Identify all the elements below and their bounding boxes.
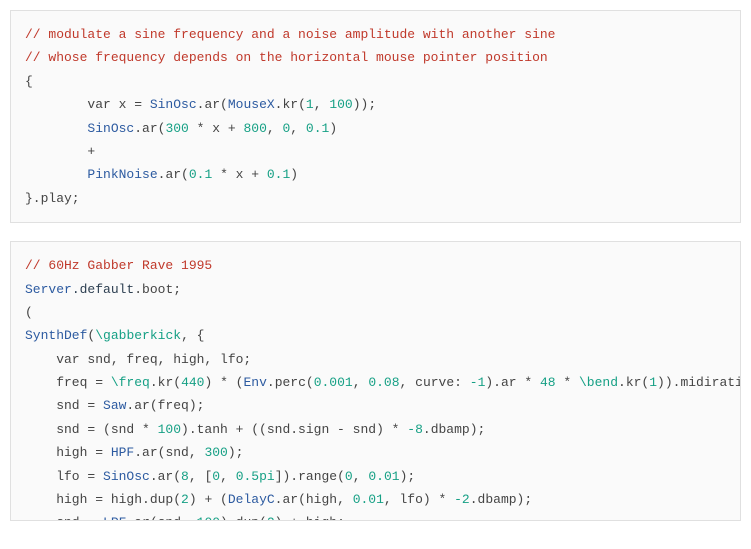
class: SinOsc xyxy=(150,97,197,112)
class: MouseX xyxy=(228,97,275,112)
code-block-2[interactable]: // 60Hz Gabber Rave 1995 Server.default.… xyxy=(10,241,741,521)
comment-line: // modulate a sine frequency and a noise… xyxy=(25,27,556,42)
comment-line: // whose frequency depends on the horizo… xyxy=(25,50,548,65)
brace: { xyxy=(25,74,33,89)
code-block-1: // modulate a sine frequency and a noise… xyxy=(10,10,741,223)
code: var x = xyxy=(25,97,150,112)
comment-line: // 60Hz Gabber Rave 1995 xyxy=(25,258,212,273)
